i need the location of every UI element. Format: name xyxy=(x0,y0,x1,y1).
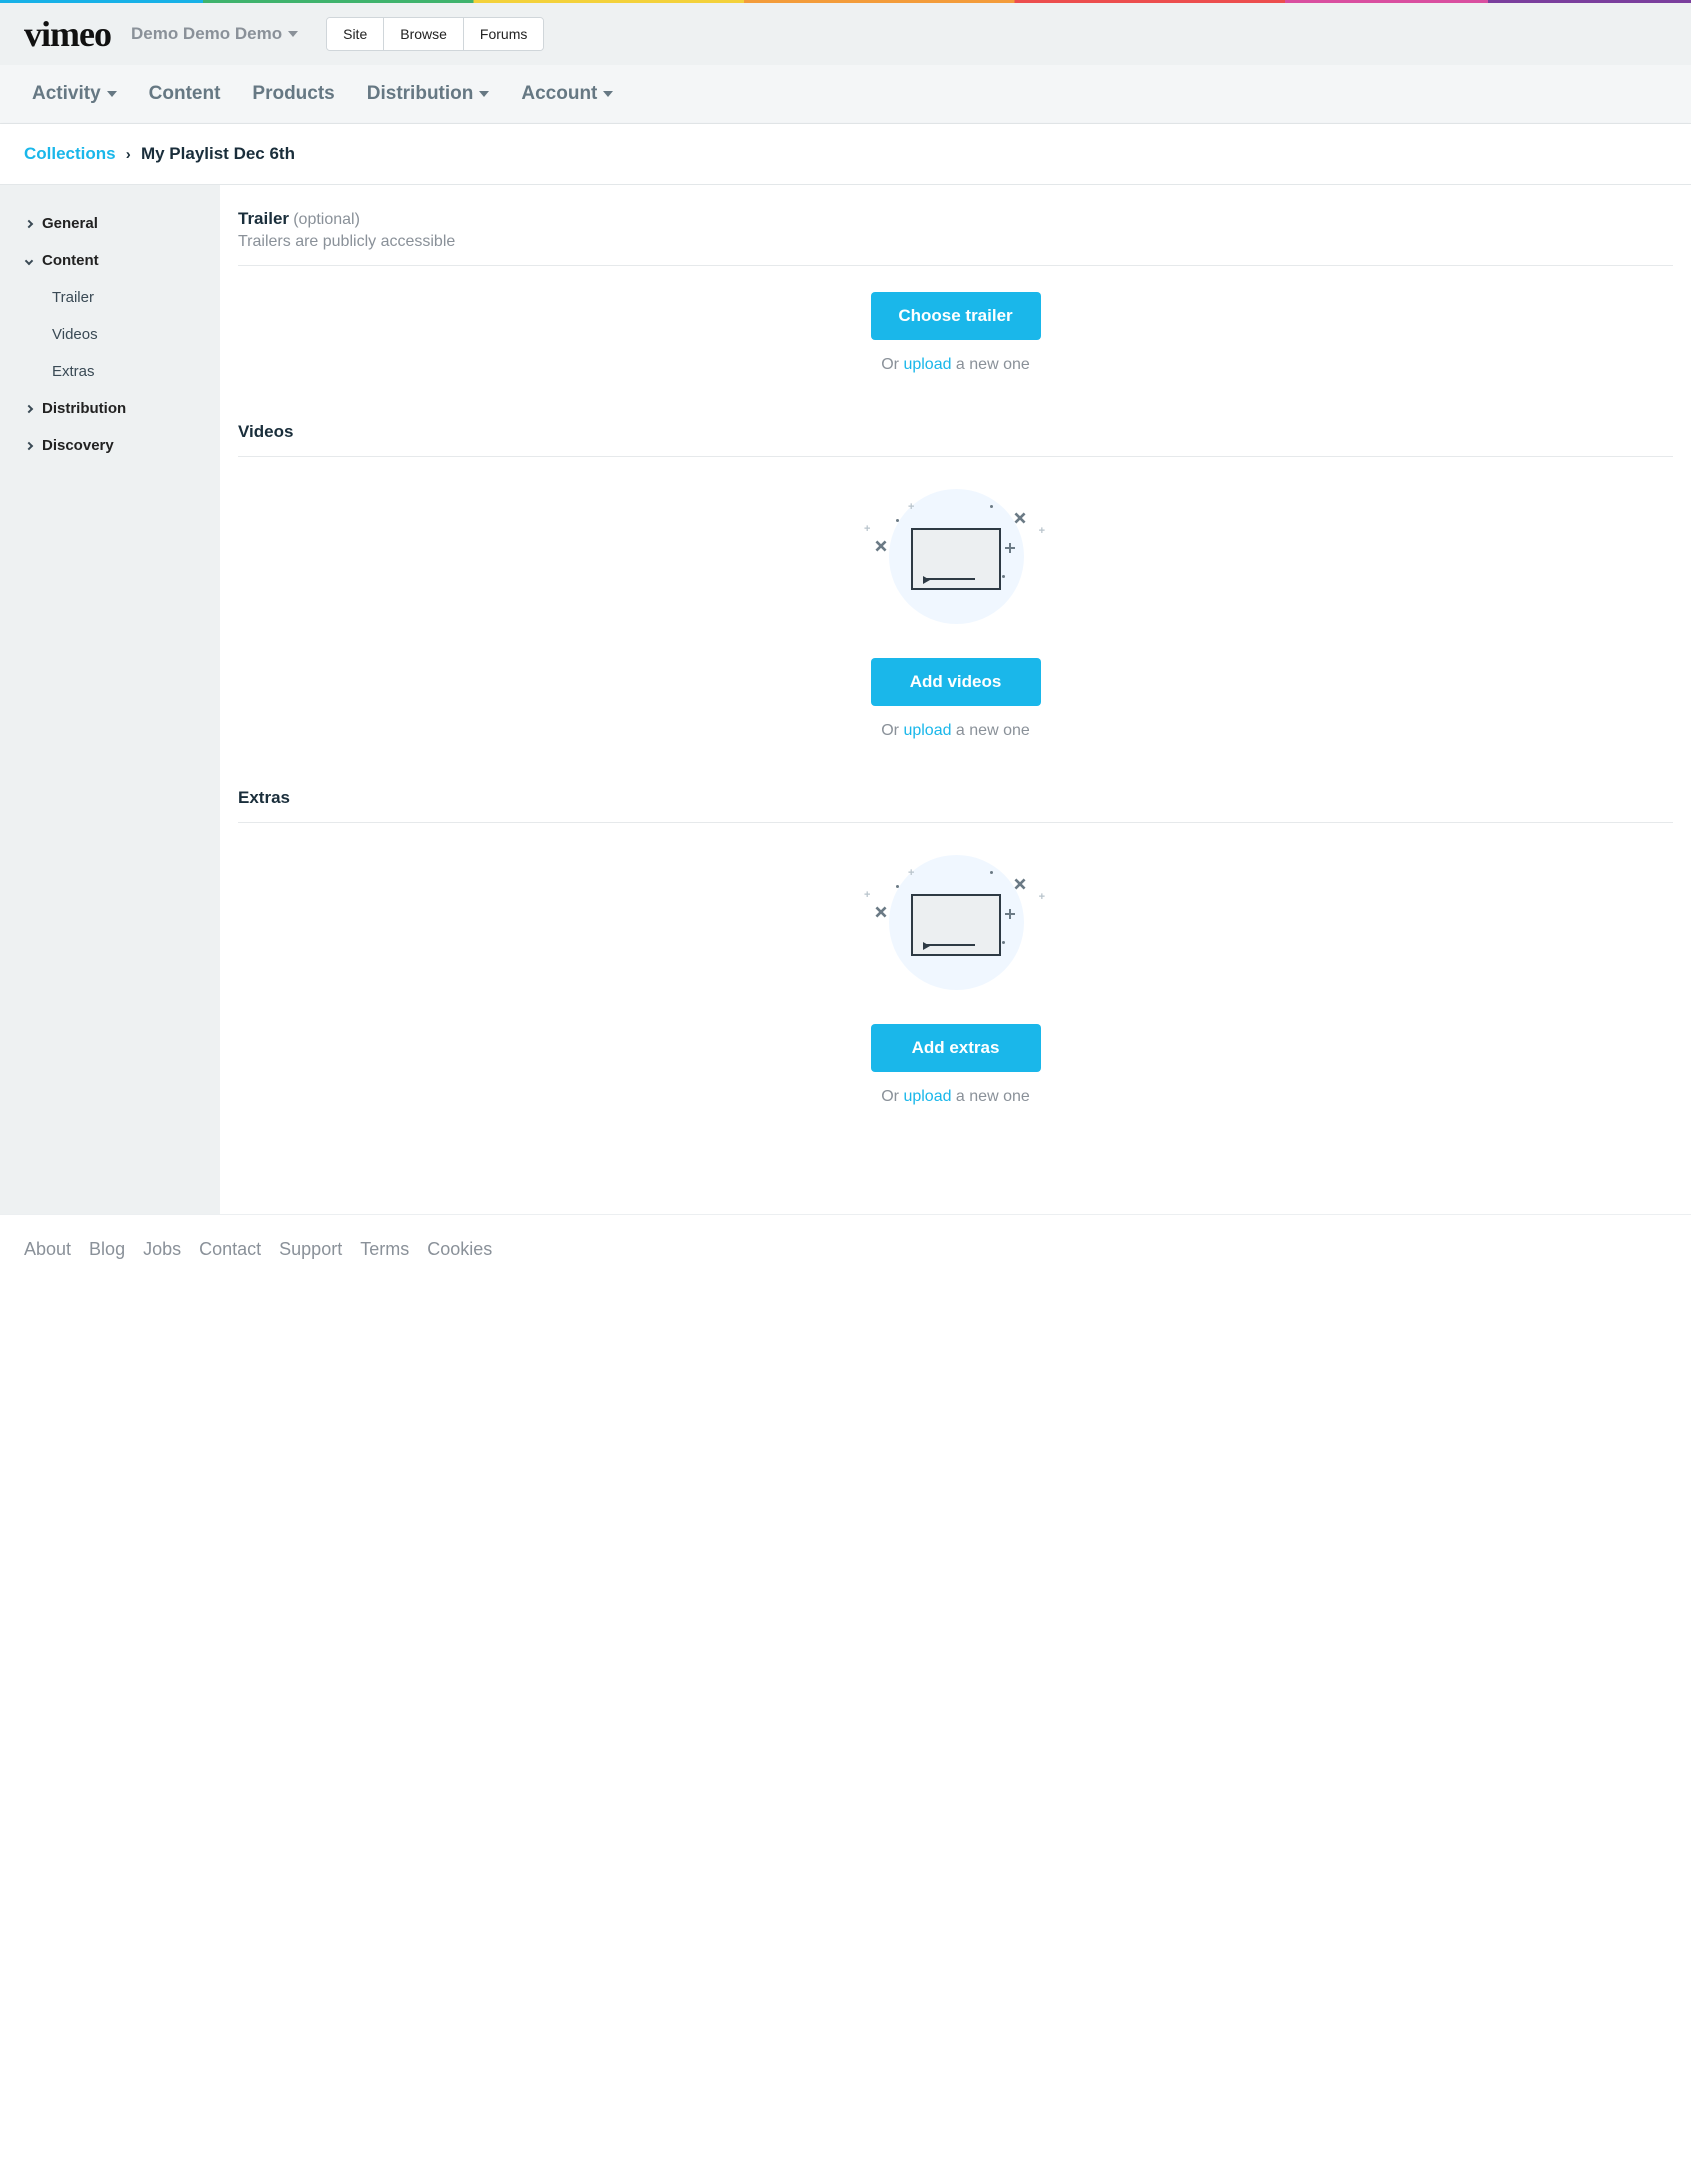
plus-icon: + xyxy=(864,889,870,901)
site-dropdown[interactable]: Demo Demo Demo xyxy=(131,24,298,44)
plus-icon: + xyxy=(1039,525,1045,537)
or-prefix: Or xyxy=(881,356,903,373)
extras-or-line: Or upload a new one xyxy=(238,1088,1673,1106)
breadcrumb-current: My Playlist Dec 6th xyxy=(141,144,295,163)
tab-products-label: Products xyxy=(252,83,334,105)
empty-extras-illustration: + + + xyxy=(868,849,1043,994)
breadcrumb-collections-link[interactable]: Collections xyxy=(24,144,116,163)
vimeo-logo[interactable]: vimeo xyxy=(24,13,111,55)
footer-about-link[interactable]: About xyxy=(24,1239,71,1260)
sparkle-icon xyxy=(872,537,890,555)
top-segmented-buttons: Site Browse Forums xyxy=(326,17,544,51)
site-button[interactable]: Site xyxy=(327,18,383,50)
footer-blog-link[interactable]: Blog xyxy=(89,1239,125,1260)
videos-or-line: Or upload a new one xyxy=(238,722,1673,740)
plus-icon: + xyxy=(908,501,914,513)
section-extras: Extras + + + Add extras xyxy=(238,788,1673,1106)
section-trailer-title: Trailer xyxy=(238,209,289,228)
chevron-right-icon xyxy=(25,219,33,227)
top-bar: vimeo Demo Demo Demo Site Browse Forums xyxy=(0,3,1691,65)
sidebar-item-discovery[interactable]: Discovery xyxy=(0,427,220,464)
sidebar-sub-trailer[interactable]: Trailer xyxy=(0,279,220,316)
tab-distribution-label: Distribution xyxy=(367,83,474,105)
divider xyxy=(238,265,1673,266)
sparkle-icon xyxy=(1005,543,1015,553)
play-icon xyxy=(923,576,930,584)
nav-tabs: Activity Content Products Distribution A… xyxy=(0,65,1691,124)
play-icon xyxy=(923,942,930,950)
sidebar-item-label: Content xyxy=(42,252,99,269)
sparkle-icon xyxy=(1005,909,1015,919)
sidebar-item-label: Discovery xyxy=(42,437,114,454)
footer-jobs-link[interactable]: Jobs xyxy=(143,1239,181,1260)
divider xyxy=(238,456,1673,457)
extras-upload-link[interactable]: upload xyxy=(903,1088,951,1105)
plus-icon: + xyxy=(864,523,870,535)
divider xyxy=(238,822,1673,823)
footer-terms-link[interactable]: Terms xyxy=(360,1239,409,1260)
chevron-down-icon xyxy=(288,31,298,37)
or-suffix: a new one xyxy=(951,356,1029,373)
tab-account-label: Account xyxy=(521,83,597,105)
plus-icon: + xyxy=(908,867,914,879)
section-extras-title: Extras xyxy=(238,788,290,807)
or-prefix: Or xyxy=(881,1088,903,1105)
sidebar-item-content[interactable]: Content xyxy=(0,242,220,279)
chevron-down-icon xyxy=(107,91,117,97)
section-trailer: Trailer (optional) Trailers are publicly… xyxy=(238,209,1673,374)
site-dropdown-label: Demo Demo Demo xyxy=(131,24,282,44)
sidebar-item-general[interactable]: General xyxy=(0,205,220,242)
tab-activity-label: Activity xyxy=(32,83,101,105)
tab-content-label: Content xyxy=(149,83,221,105)
or-prefix: Or xyxy=(881,722,903,739)
footer: About Blog Jobs Contact Support Terms Co… xyxy=(0,1214,1691,1380)
section-trailer-sub: Trailers are publicly accessible xyxy=(238,233,1673,251)
chevron-right-icon xyxy=(25,441,33,449)
sidebar-sub-videos[interactable]: Videos xyxy=(0,316,220,353)
footer-contact-link[interactable]: Contact xyxy=(199,1239,261,1260)
chevron-right-icon xyxy=(25,404,33,412)
section-trailer-optional: (optional) xyxy=(293,211,360,228)
sidebar-item-label: Distribution xyxy=(42,400,126,417)
chevron-down-icon xyxy=(479,91,489,97)
videos-upload-link[interactable]: upload xyxy=(903,722,951,739)
trailer-upload-link[interactable]: upload xyxy=(903,356,951,373)
chevron-right-icon: › xyxy=(126,146,131,163)
tab-products[interactable]: Products xyxy=(252,83,334,105)
add-extras-button[interactable]: Add extras xyxy=(871,1024,1041,1072)
sidebar-sub-extras[interactable]: Extras xyxy=(0,353,220,390)
add-videos-button[interactable]: Add videos xyxy=(871,658,1041,706)
sidebar-item-label: General xyxy=(42,215,98,232)
sidebar: General Content Trailer Videos Extras Di… xyxy=(0,185,220,1214)
or-suffix: a new one xyxy=(951,1088,1029,1105)
empty-video-illustration: + + + xyxy=(868,483,1043,628)
tab-account[interactable]: Account xyxy=(521,83,613,105)
section-videos: Videos + + + Add videos xyxy=(238,422,1673,740)
chevron-down-icon xyxy=(25,256,33,264)
sparkle-icon xyxy=(872,903,890,921)
browse-button[interactable]: Browse xyxy=(383,18,463,50)
or-suffix: a new one xyxy=(951,722,1029,739)
plus-icon: + xyxy=(1039,891,1045,903)
breadcrumb: Collections › My Playlist Dec 6th xyxy=(0,124,1691,185)
tab-distribution[interactable]: Distribution xyxy=(367,83,490,105)
main-content: Trailer (optional) Trailers are publicly… xyxy=(220,185,1691,1214)
footer-cookies-link[interactable]: Cookies xyxy=(427,1239,492,1260)
choose-trailer-button[interactable]: Choose trailer xyxy=(871,292,1041,340)
trailer-or-line: Or upload a new one xyxy=(238,356,1673,374)
sidebar-item-distribution[interactable]: Distribution xyxy=(0,390,220,427)
footer-support-link[interactable]: Support xyxy=(279,1239,342,1260)
tab-activity[interactable]: Activity xyxy=(32,83,117,105)
forums-button[interactable]: Forums xyxy=(463,18,543,50)
tab-content[interactable]: Content xyxy=(149,83,221,105)
chevron-down-icon xyxy=(603,91,613,97)
section-videos-title: Videos xyxy=(238,422,293,441)
